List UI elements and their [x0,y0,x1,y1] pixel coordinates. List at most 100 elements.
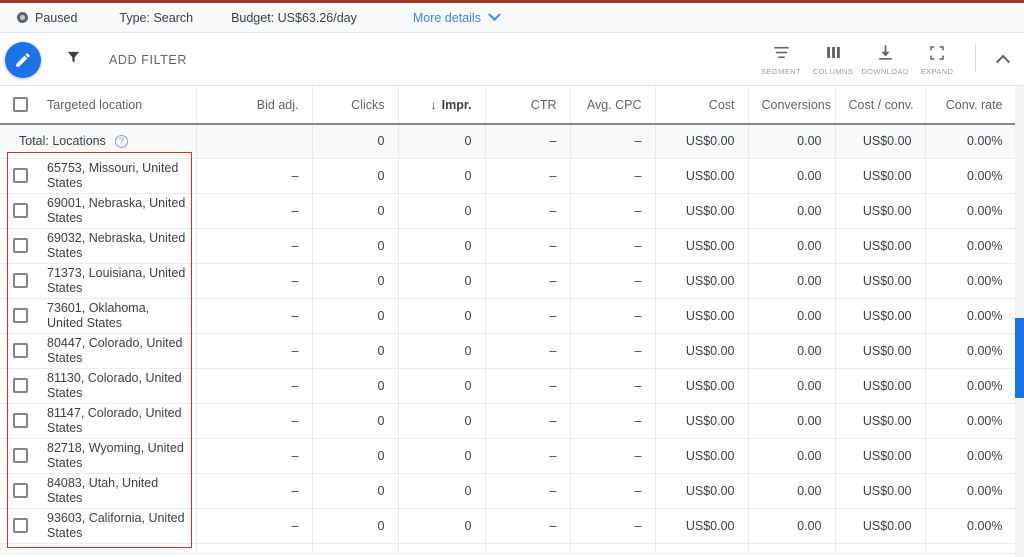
row-location-label: 69032, Nebraska, United States [47,230,186,260]
row-cell-conv-rate: 0.00% [925,333,1017,368]
row-checkbox[interactable] [13,448,28,463]
row-location-label: 81147, Colorado, United States [47,405,182,435]
row-checkbox[interactable] [13,273,28,288]
more-details-link[interactable]: More details [413,8,501,25]
row-checkbox[interactable] [13,413,28,428]
row-cell-cost-per-conv: US$0.00 [835,263,926,298]
row-cell-conv-rate: 0.00% [925,473,1017,508]
row-cell-cost: US$0.00 [655,298,749,333]
row-location-cell: 69032, Nebraska, United States [0,228,197,263]
row-cell-conv-rate: 0.00% [925,158,1017,193]
row-cell-conv-rate: 0.00% [925,368,1017,403]
row-checkbox[interactable] [13,518,28,533]
row-cell-clicks: 0 [312,298,399,333]
table-row[interactable]: 65753, Missouri, United States –0 0– – US$0.… [0,158,1017,193]
table-row[interactable]: 73601, Oklahoma, United States –0 0– – US$0.… [0,298,1017,333]
funnel-icon[interactable] [65,49,82,71]
column-header-ctr[interactable]: CTR [485,86,571,125]
column-header-bid-adj[interactable]: Bid adj. [196,86,313,125]
row-checkbox[interactable] [13,378,28,393]
table-row[interactable]: 82718, Wyoming, United States –0 0– – US$0.0… [0,438,1017,473]
row-location-label: 69001, Nebraska, United States [47,195,186,225]
segment-label: SEGMENT [761,66,801,76]
table-row[interactable]: 69032, Nebraska, United States –0 0– – US$0.… [0,228,1017,263]
column-header-clicks[interactable]: Clicks [312,86,399,125]
row-checkbox[interactable] [13,308,28,323]
row-cell-ctr: – [485,263,571,298]
expand-label: EXPAND [920,66,954,76]
row-cell-avg-cpc: – [570,263,656,298]
add-filter-button[interactable]: ADD FILTER [109,53,187,67]
row-cell-clicks [312,543,399,553]
expand-button[interactable]: EXPAND [911,42,963,78]
row-checkbox[interactable] [13,168,28,183]
row-cell-conv-rate: 0.00% [925,228,1017,263]
row-cell-bid-adj: – [196,508,313,543]
total-cell-impr: 0 [398,124,486,158]
help-circle-icon[interactable]: ? [114,134,128,148]
columns-label: COLUMNS [812,66,854,76]
segment-button[interactable]: SEGMENT [755,42,807,78]
column-header-cost[interactable]: Cost [655,86,749,125]
row-cell-conv-rate: 0.00% [925,508,1017,543]
total-cell-cost-per-conv: US$0.00 [835,124,926,158]
download-icon [876,42,895,64]
row-cell-conversions: 0.00 [748,438,836,473]
row-cell-ctr: – [485,193,571,228]
edit-fab-button[interactable] [5,41,41,78]
column-header-conv-rate[interactable]: Conv. rate [925,86,1017,125]
row-checkbox[interactable] [13,343,28,358]
column-header-location[interactable]: Targeted location [0,86,197,125]
row-cell-conv-rate: 0.00% [925,403,1017,438]
row-checkbox[interactable] [13,483,28,498]
row-cell-bid-adj: – [196,473,313,508]
row-cell-conv-rate: 0.00% [925,263,1017,298]
row-cell-clicks: 0 [312,193,399,228]
row-location-label: 65753, Missouri, United States [47,160,179,190]
table-row[interactable]: 69001, Nebraska, United States –0 0– – US$0.… [0,193,1017,228]
vertical-scrollbar-thumb[interactable] [1015,318,1024,398]
row-cell-clicks: 0 [312,263,399,298]
column-header-cost-per-conv[interactable]: Cost / conv. [835,86,926,125]
table-row[interactable]: 80447, Colorado, United States –0 0– – US$0.… [0,333,1017,368]
row-cell-avg-cpc: – [570,333,656,368]
row-location-label: 71373, Louisiana, United States [47,265,186,295]
vertical-scrollbar[interactable] [1015,86,1024,557]
select-all-checkbox[interactable] [13,97,28,112]
row-cell-bid-adj: – [196,263,313,298]
row-cell-bid-adj: – [196,228,313,263]
locations-table-container[interactable]: Targeted location Bid adj. Clicks ↓ Impr.… [0,86,1024,557]
table-row[interactable]: 81147, Colorado, United States –0 0– – US$0.… [0,403,1017,438]
row-checkbox[interactable] [13,203,28,218]
column-header-avg-cpc[interactable]: Avg. CPC [570,86,656,125]
chevron-down-icon [488,8,501,22]
row-checkbox[interactable] [13,238,28,253]
row-cell-bid-adj: – [196,298,313,333]
table-row[interactable]: 71373, Louisiana, United States –0 0– – US$0… [0,263,1017,298]
row-cell-bid-adj: – [196,158,313,193]
row-cell-ctr: – [485,228,571,263]
row-cell-bid-adj: – [196,193,313,228]
row-cell-impr: 0 [398,473,486,508]
table-row[interactable]: 84083, Utah, United States –0 0– – US$0.00 0.… [0,473,1017,508]
total-cell-conversions: 0.00 [748,124,836,158]
column-header-impr[interactable]: ↓ Impr. [398,86,486,125]
row-cell-conversions: 0.00 [748,193,836,228]
row-cell-clicks: 0 [312,333,399,368]
campaign-state-label: Paused [35,10,78,25]
download-button[interactable]: DOWNLOAD [859,42,911,78]
row-location-label: 81130, Colorado, United States [47,370,182,400]
column-header-conversions[interactable]: Conversions [748,86,836,125]
row-cell-bid-adj: – [196,333,313,368]
row-cell-conv-rate [925,543,1017,553]
row-cell-clicks: 0 [312,158,399,193]
table-body: Total: Locations? 0 0– – US$0.00 0.00 US$0.00 0… [0,124,1017,553]
row-cell-conversions: 0.00 [748,368,836,403]
collapse-panel-button[interactable] [986,42,1020,76]
columns-button[interactable]: COLUMNS [807,42,859,78]
table-row[interactable]: 93603, California, United States –0 0– – US$… [0,508,1017,543]
row-cell-cost: US$0.00 [655,193,749,228]
table-row[interactable]: 81130, Colorado, United States –0 0– – US$0.… [0,368,1017,403]
row-cell-ctr [485,543,571,553]
total-cell-conv-rate: 0.00% [925,124,1017,158]
